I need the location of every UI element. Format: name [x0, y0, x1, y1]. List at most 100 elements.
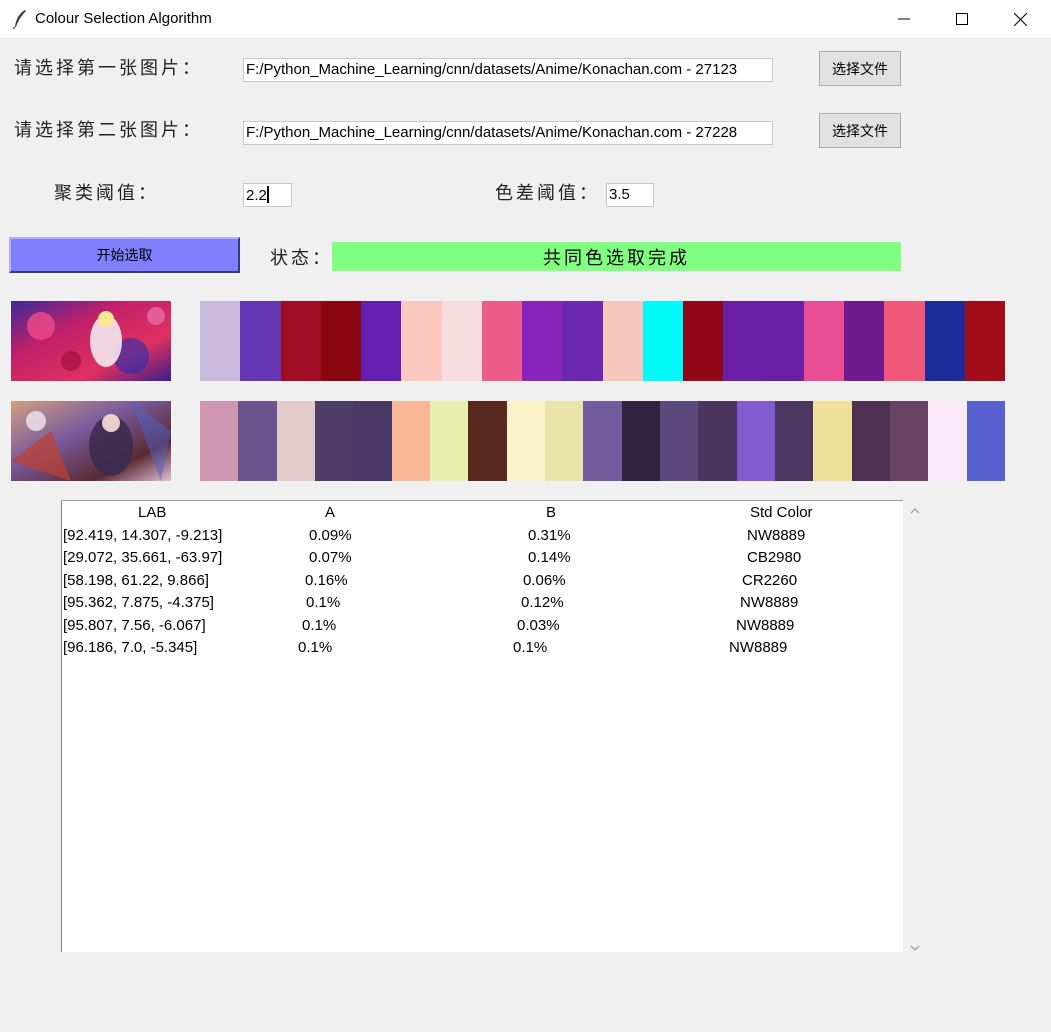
second-palette-swatch-17: [813, 401, 852, 481]
second-palette-swatch-19: [889, 401, 929, 481]
second-palette-swatch-1: [200, 401, 239, 481]
row-3-b: 0.06%: [523, 572, 566, 589]
maximize-button[interactable]: [933, 0, 991, 38]
cluster-threshold-value: 2.2: [246, 187, 267, 204]
row-3-std-color: CR2260: [742, 572, 798, 589]
listbox-scrollbar[interactable]: [905, 500, 925, 958]
first-palette-swatch-5: [361, 301, 402, 381]
row-3-lab: [58.198, 61.22, 9.866]: [63, 572, 209, 589]
second-palette-swatch-10: [544, 401, 584, 481]
cluster-threshold-label: 聚类阈值：: [54, 183, 159, 204]
first-palette-swatch-20: [964, 301, 1005, 381]
first-image-thumbnail: [11, 301, 171, 381]
second-palette-swatch-13: [659, 401, 699, 481]
color-diff-threshold-input[interactable]: 3.5: [606, 183, 654, 207]
row-2-b: 0.14%: [528, 549, 571, 566]
first-image-label: 请选择第一张图片：: [14, 58, 203, 79]
scroll-down-icon[interactable]: [909, 943, 921, 953]
second-palette-swatch-11: [583, 401, 622, 481]
maximize-icon: [956, 13, 968, 25]
first-palette-swatch-17: [844, 301, 885, 381]
second-palette-swatch-15: [736, 401, 775, 481]
first-palette-swatch-1: [200, 301, 241, 381]
first-palette-swatch-13: [683, 301, 724, 381]
row-5-b: 0.03%: [517, 617, 560, 634]
second-image-path-input[interactable]: F:/Python_Machine_Learning/cnn/datasets/…: [243, 121, 773, 145]
first-palette-swatch-19: [924, 301, 965, 381]
cluster-threshold-input[interactable]: 2.2: [243, 183, 292, 207]
first-image-path-input[interactable]: F:/Python_Machine_Learning/cnn/datasets/…: [243, 58, 773, 82]
second-palette-swatch-6: [391, 401, 430, 481]
row-6-lab: [96.186, 7.0, -5.345]: [63, 639, 198, 656]
row-1-lab: [92.419, 14.307, -9.213]: [63, 527, 223, 544]
row-5-a: 0.1%: [302, 617, 337, 634]
first-palette-swatch-3: [280, 301, 321, 381]
second-palette-swatch-8: [468, 401, 507, 481]
feather-icon: [12, 10, 26, 29]
second-image-thumbnail: [11, 401, 171, 481]
result-listbox[interactable]: LAB A B Std Color [92.419, 14.307, -9.21…: [61, 500, 903, 952]
first-palette-swatch-16: [803, 301, 844, 381]
second-palette-swatch-12: [621, 401, 660, 481]
first-palette-swatch-10: [562, 301, 603, 381]
header-a: A: [325, 504, 336, 521]
first-palette-swatch-18: [884, 301, 925, 381]
second-palette-swatch-5: [353, 401, 392, 481]
first-palette-swatch-7: [441, 301, 482, 381]
second-image-palette: [200, 401, 1005, 481]
row-2-lab: [29.072, 35.661, -63.97]: [63, 549, 223, 566]
second-palette-swatch-2: [238, 401, 277, 481]
close-button[interactable]: [991, 0, 1049, 38]
second-image-label: 请选择第二张图片：: [14, 120, 203, 141]
header-b: B: [546, 504, 557, 521]
row-5-lab: [95.807, 7.56, -6.067]: [63, 617, 206, 634]
color-diff-threshold-label: 色差阈值：: [495, 183, 600, 204]
row-2-std-color: CB2980: [747, 549, 802, 566]
second-palette-swatch-14: [698, 401, 737, 481]
first-palette-swatch-6: [401, 301, 442, 381]
window-title: Colour Selection Algorithm: [35, 10, 212, 27]
row-1-b: 0.31%: [528, 527, 571, 544]
minimize-icon: [898, 18, 910, 20]
status-value: 共同色选取完成: [332, 242, 901, 271]
close-icon: [1013, 12, 1027, 26]
second-palette-swatch-21: [966, 401, 1005, 481]
header-lab: LAB: [138, 504, 167, 521]
minimize-button[interactable]: [875, 0, 933, 38]
first-image-palette: [200, 301, 1005, 381]
first-palette-swatch-11: [602, 301, 643, 381]
scroll-up-icon[interactable]: [909, 506, 921, 516]
second-palette-swatch-9: [506, 401, 545, 481]
choose-second-file-button[interactable]: 选择文件: [819, 113, 901, 148]
second-palette-swatch-18: [851, 401, 890, 481]
row-6-std-color: NW8889: [729, 639, 788, 656]
text-caret: [266, 186, 269, 203]
start-selection-button[interactable]: 开始选取: [9, 237, 240, 273]
row-1-std-color: NW8889: [747, 527, 806, 544]
row-2-a: 0.07%: [309, 549, 352, 566]
row-6-a: 0.1%: [298, 639, 333, 656]
row-1-a: 0.09%: [309, 527, 352, 544]
status-label: 状态：: [270, 248, 333, 269]
header-std-color: Std Color: [750, 504, 813, 521]
first-palette-swatch-14: [723, 301, 764, 381]
row-4-lab: [95.362, 7.875, -4.375]: [63, 594, 214, 611]
row-4-b: 0.12%: [521, 594, 564, 611]
row-4-std-color: NW8889: [740, 594, 799, 611]
first-palette-swatch-4: [320, 301, 361, 381]
first-palette-swatch-15: [763, 301, 804, 381]
second-palette-swatch-20: [928, 401, 967, 481]
first-palette-swatch-8: [481, 301, 522, 381]
first-palette-swatch-2: [240, 301, 281, 381]
title-bar: Colour Selection Algorithm: [0, 0, 1051, 39]
second-palette-swatch-7: [429, 401, 469, 481]
row-5-std-color: NW8889: [736, 617, 795, 634]
first-palette-swatch-12: [642, 301, 683, 381]
second-palette-swatch-16: [774, 401, 814, 481]
row-6-b: 0.1%: [513, 639, 548, 656]
row-4-a: 0.1%: [306, 594, 341, 611]
choose-first-file-button[interactable]: 选择文件: [819, 51, 901, 86]
first-palette-swatch-9: [522, 301, 563, 381]
row-3-a: 0.16%: [305, 572, 348, 589]
second-palette-swatch-4: [314, 401, 354, 481]
